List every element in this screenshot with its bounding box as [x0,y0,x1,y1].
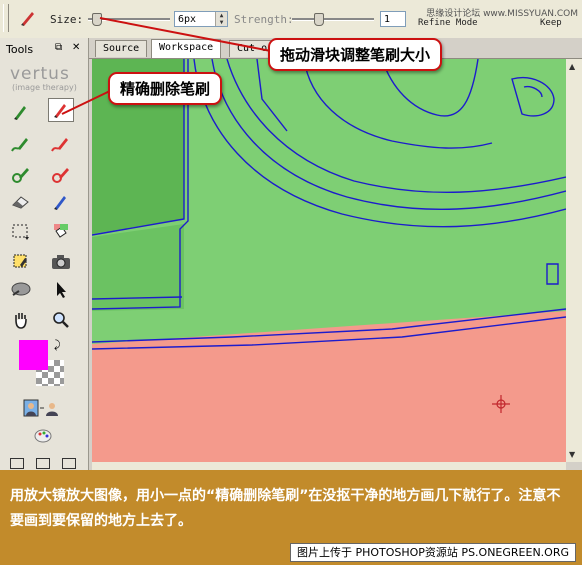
image-credit: 图片上传于 PHOTOSHOP资源站 PS.ONEGREEN.ORG [289,543,576,562]
brush-callout: 精确删除笔刷 [108,72,223,105]
caption-banner: 用放大镜放大图像，用小一点的“精确删除笔刷”在没抠干净的地方画几下就行了。注意不… [0,470,582,565]
caption-text: 用放大镜放大图像，用小一点的“精确删除笔刷”在没抠干净的地方画几下就行了。注意不… [10,488,561,529]
slider-callout: 拖动滑块调整笔刷大小 [268,38,443,71]
